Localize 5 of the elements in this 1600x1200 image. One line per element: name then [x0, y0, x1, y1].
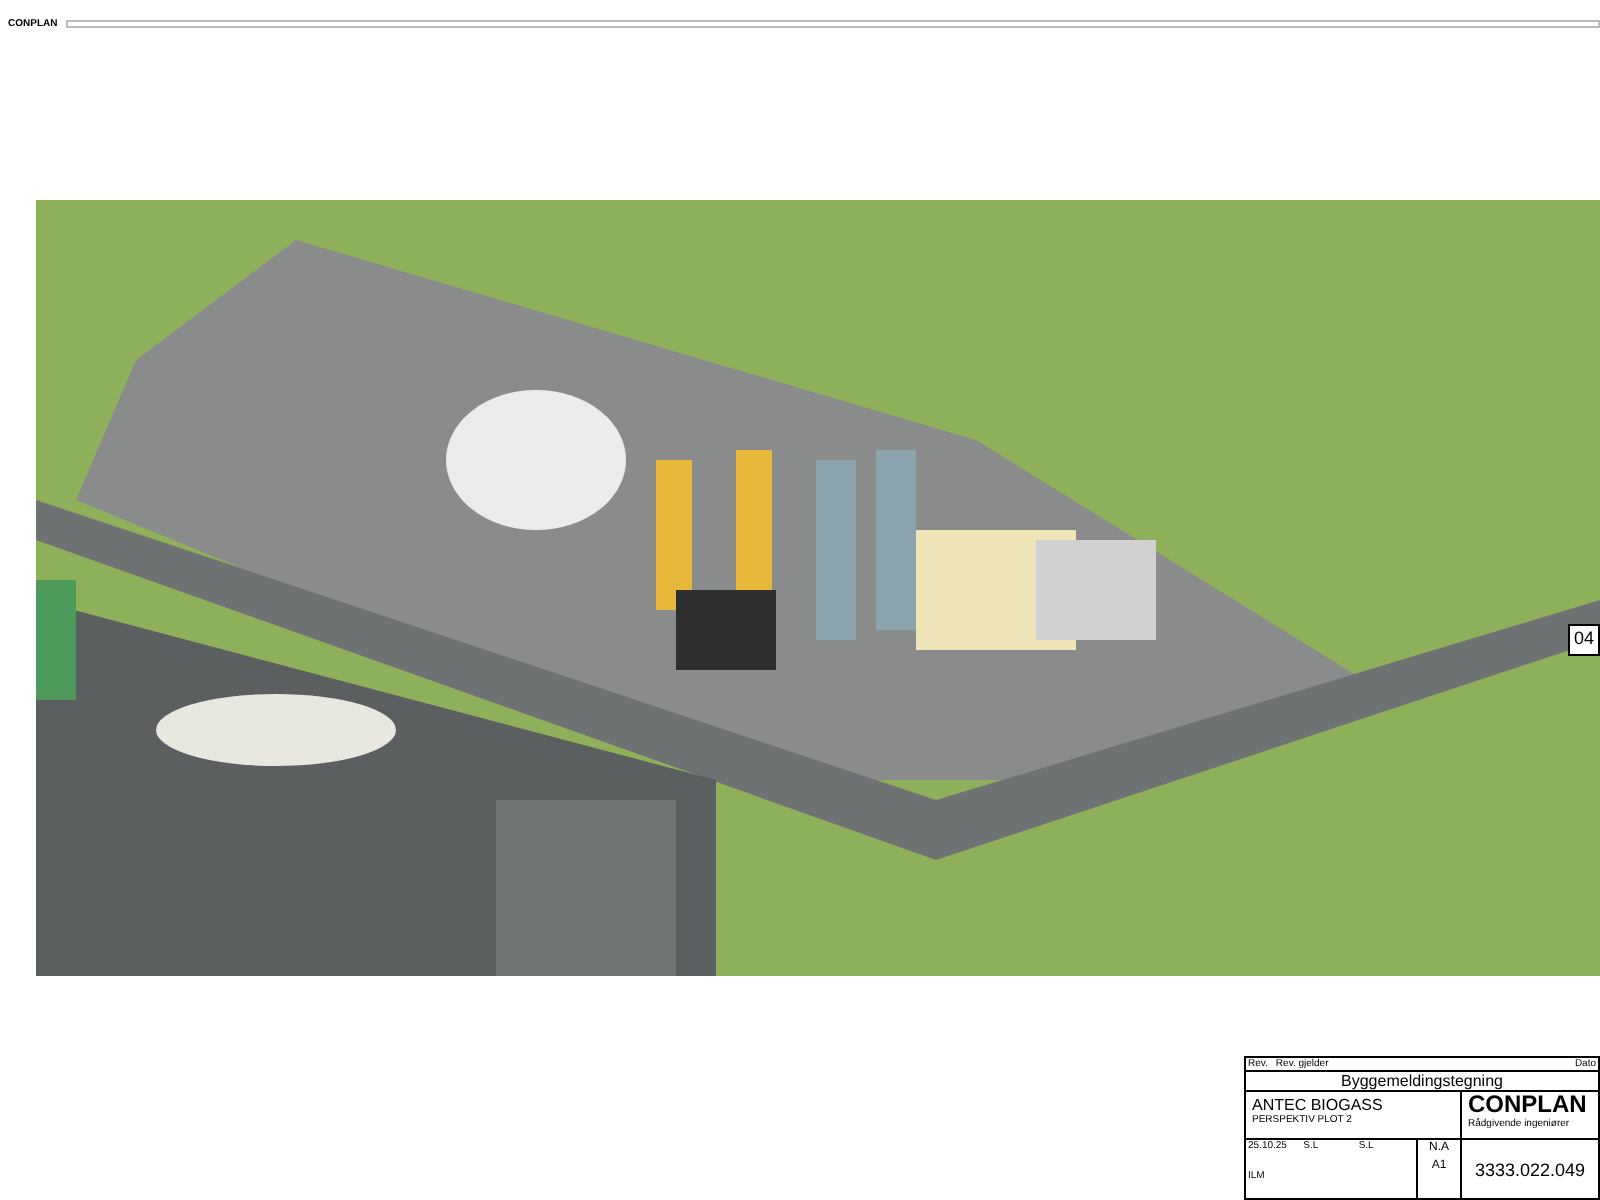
project-title: ANTEC BIOGASS — [1252, 1096, 1385, 1114]
drawing-number: 3333.022.049 — [1474, 1159, 1586, 1179]
company-logo: CONPLAN — [1468, 1092, 1587, 1118]
drawing-type: Byggemeldingstegning — [1341, 1072, 1503, 1090]
sheet-marker: 04 — [1567, 624, 1600, 655]
